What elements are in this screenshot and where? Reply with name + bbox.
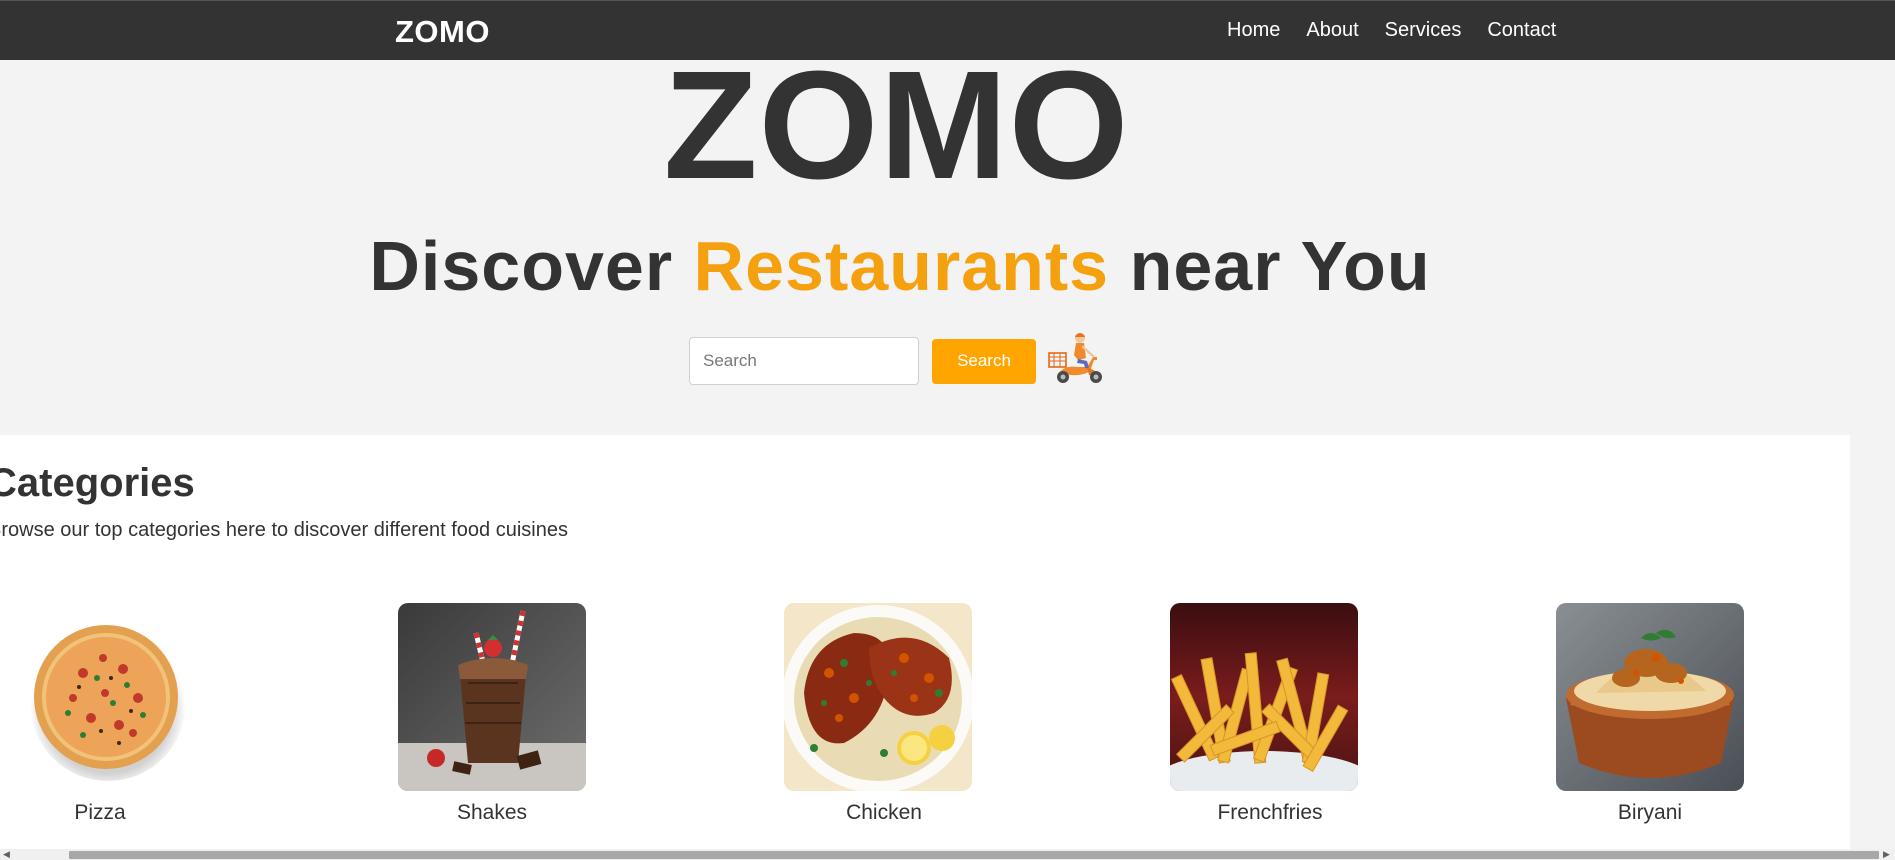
category-label: Shakes — [456, 801, 528, 824]
roast-chicken-image — [784, 603, 972, 791]
scrollbar-thumb[interactable] — [69, 851, 1879, 859]
nav-link-about[interactable]: About — [1306, 19, 1358, 42]
nav-link-home[interactable]: Home — [1227, 19, 1280, 42]
nav-link-contact[interactable]: Contact — [1487, 19, 1556, 42]
category-item-pizza[interactable]: Pizza — [13, 603, 201, 824]
nav-link-services[interactable]: Services — [1385, 19, 1462, 42]
category-label: Pizza — [74, 801, 126, 824]
brand-logo[interactable]: ZOMO — [395, 14, 490, 50]
delivery-scooter-icon — [1048, 333, 1102, 383]
tagline-text-end: near You — [1109, 227, 1431, 305]
tagline-text-start: Discover — [369, 227, 694, 305]
tagline-accent-text: Restaurants — [693, 227, 1110, 305]
scroll-left-arrow-icon[interactable]: ◀ — [3, 849, 10, 860]
category-label: Chicken — [846, 801, 922, 824]
category-item-chicken[interactable]: Chicken — [784, 603, 972, 824]
chocolate-shake-image — [398, 603, 586, 791]
category-label: Biryani — [1617, 801, 1683, 824]
search-input[interactable] — [689, 337, 919, 385]
biryani-image — [1556, 603, 1744, 791]
pizza-image — [13, 603, 201, 791]
category-item-biryani[interactable]: Biryani — [1556, 603, 1744, 824]
scroll-right-arrow-icon[interactable]: ▶ — [1883, 849, 1890, 860]
search-bar: Search — [689, 333, 1107, 387]
hero-tagline: Discover Restaurants near You — [0, 228, 1800, 304]
categories-heading: Categories — [0, 461, 195, 505]
categories-subtitle: Browse our top categories here to discov… — [0, 519, 568, 541]
category-item-frenchfries[interactable]: Frenchfries — [1170, 603, 1358, 824]
horizontal-scrollbar[interactable]: ◀ ▶ — [0, 849, 1895, 860]
hero-title: ZOMO — [663, 39, 1130, 211]
nav-links: Home About Services Contact — [1227, 19, 1556, 42]
categories-section: Categories Browse our top categories her… — [0, 435, 1850, 850]
french-fries-image — [1170, 603, 1358, 791]
category-item-shakes[interactable]: Shakes — [398, 603, 586, 824]
search-button[interactable]: Search — [932, 338, 1036, 384]
category-label: Frenchfries — [1217, 801, 1323, 824]
